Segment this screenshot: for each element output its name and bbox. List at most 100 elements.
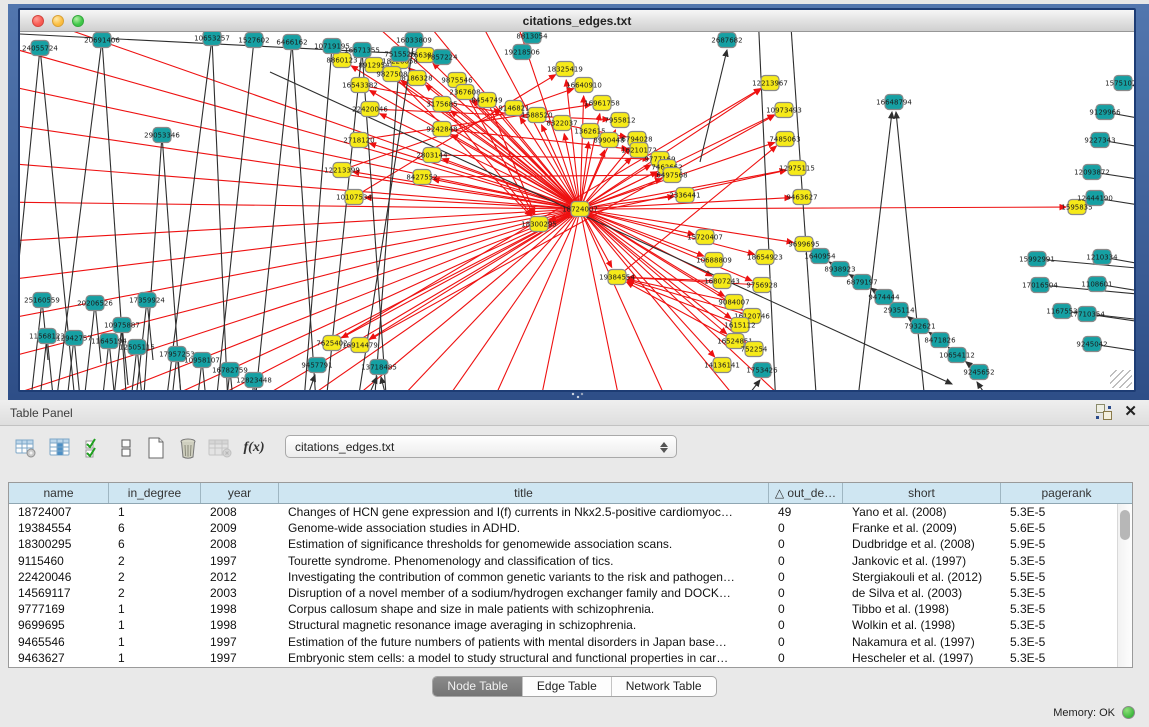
table-cell[interactable]: 0 — [769, 651, 843, 665]
delete-column-trash-icon[interactable] — [174, 434, 202, 462]
graph-node[interactable]: 8813054 — [516, 32, 548, 44]
table-cell[interactable]: Embryonic stem cells: a model to study s… — [279, 651, 769, 665]
table-cell[interactable]: Yano et al. (2008) — [843, 505, 1001, 519]
table-cell[interactable]: 2 — [109, 554, 201, 568]
graph-node[interactable]: 15751074 — [1105, 76, 1134, 91]
graph-node[interactable]: 10975887 — [104, 318, 140, 333]
table-cell[interactable]: 9699695 — [9, 618, 109, 632]
graph-node[interactable]: 25160559 — [24, 293, 60, 308]
table-cell[interactable]: 0 — [769, 635, 843, 649]
graph-node[interactable]: 9245652 — [963, 365, 994, 380]
graph-node[interactable]: 13718485 — [361, 360, 397, 375]
column-header[interactable]: short — [843, 483, 1001, 503]
graph-node[interactable]: 12823448 — [236, 373, 272, 388]
graph-node[interactable]: 24055724 — [22, 41, 58, 56]
table-cell[interactable]: de Silva et al. (2003) — [843, 586, 1001, 600]
table-cell[interactable]: 9465546 — [9, 635, 109, 649]
table-cell[interactable]: 1997 — [201, 554, 279, 568]
graph-edge[interactable] — [20, 202, 580, 209]
graph-node[interactable]: 16807243 — [704, 274, 740, 289]
column-header[interactable]: year — [201, 483, 279, 503]
column-header[interactable]: △ out_de… — [769, 483, 843, 503]
graph-edge[interactable] — [580, 209, 780, 390]
graph-edge[interactable] — [381, 377, 395, 390]
table-cell[interactable]: 0 — [769, 602, 843, 616]
table-cell[interactable]: 22420046 — [9, 570, 109, 584]
column-visibility-icon[interactable] — [46, 434, 74, 462]
graph-node[interactable]: 12213967 — [752, 76, 788, 91]
table-cell[interactable]: 5.5E-5 — [1001, 570, 1117, 584]
table-cell[interactable]: 49 — [769, 505, 843, 519]
table-cell[interactable]: 5.6E-5 — [1001, 521, 1117, 535]
table-cell[interactable]: 1 — [109, 618, 201, 632]
table-row[interactable]: 1830029562008Estimation of significance … — [9, 536, 1117, 552]
table-cell[interactable]: Estimation of the future numbers of pati… — [279, 635, 769, 649]
table-cell[interactable]: 6 — [109, 537, 201, 551]
graph-node[interactable]: 16640910 — [566, 78, 602, 93]
table-row[interactable]: 946554611997Estimation of the future num… — [9, 634, 1117, 650]
table-cell[interactable]: 5.3E-5 — [1001, 554, 1117, 568]
table-cell[interactable]: 9115460 — [9, 554, 109, 568]
graph-edge[interactable] — [700, 50, 727, 162]
graph-node[interactable]: 1753426 — [746, 363, 778, 378]
table-cell[interactable]: 19384554 — [9, 521, 109, 535]
graph-node[interactable]: 9245042 — [1076, 337, 1107, 352]
graph-edge[interactable] — [250, 42, 292, 390]
graph-node[interactable]: 9227343 — [1084, 133, 1115, 148]
graph-node[interactable]: 10654112 — [939, 348, 975, 363]
graph-node[interactable]: 14136141 — [704, 358, 740, 373]
table-cell[interactable]: Stergiakouli et al. (2012) — [843, 570, 1001, 584]
graph-edge[interactable] — [432, 155, 649, 159]
create-column-icon[interactable] — [142, 434, 170, 462]
graph-edge[interactable] — [720, 380, 760, 390]
network-canvas[interactable]: 1872400718300295193845547663822886012389… — [20, 32, 1134, 390]
table-cell[interactable]: 14569117 — [9, 586, 109, 600]
graph-node[interactable]: 16033809 — [396, 33, 432, 48]
graph-edge[interactable] — [580, 209, 752, 281]
graph-node[interactable]: 16648794 — [876, 95, 912, 110]
table-cell[interactable]: Dudbridge et al. (2008) — [843, 537, 1001, 551]
table-cell[interactable]: 2012 — [201, 570, 279, 584]
graph-node[interactable]: 17016504 — [1022, 278, 1058, 293]
table-cell[interactable]: 0 — [769, 521, 843, 535]
graph-node[interactable]: 9756928 — [746, 278, 777, 293]
graph-edge[interactable] — [212, 38, 230, 390]
graph-node[interactable]: 19218506 — [504, 45, 540, 60]
graph-node[interactable]: 2803144 — [416, 148, 448, 163]
graph-node[interactable]: 15720407 — [687, 230, 723, 245]
table-cell[interactable]: 1 — [109, 602, 201, 616]
table-cell[interactable]: 1998 — [201, 602, 279, 616]
graph-node[interactable]: 20206526 — [77, 296, 113, 311]
table-cell[interactable]: 5.3E-5 — [1001, 635, 1117, 649]
table-cell[interactable]: 5.3E-5 — [1001, 618, 1117, 632]
table-row[interactable]: 969969511998Structural magnetic resonanc… — [9, 617, 1117, 633]
table-cell[interactable]: Disruption of a novel member of a sodium… — [279, 586, 769, 600]
table-cell[interactable]: Tibbo et al. (1998) — [843, 602, 1001, 616]
table-row[interactable]: 2242004622012Investigating the contribut… — [9, 569, 1117, 585]
graph-node[interactable]: 7932621 — [904, 319, 935, 334]
network-window-titlebar[interactable]: citations_edges.txt — [20, 10, 1134, 32]
table-cell[interactable]: 5.3E-5 — [1001, 651, 1117, 665]
table-cell[interactable]: 0 — [769, 618, 843, 632]
graph-edge[interactable] — [977, 382, 1010, 390]
table-cell[interactable]: 5.3E-5 — [1001, 505, 1117, 519]
table-row[interactable]: 946362711997Embryonic stem cells: a mode… — [9, 650, 1117, 666]
column-select-checklist-icon[interactable] — [80, 434, 108, 462]
table-cell[interactable]: 0 — [769, 586, 843, 600]
table-selector-dropdown[interactable]: citations_edges.txt — [285, 435, 677, 458]
graph-node[interactable]: 7485063 — [769, 132, 800, 147]
table-cell[interactable]: 2 — [109, 586, 201, 600]
graph-node[interactable]: 16961758 — [584, 96, 620, 111]
column-header[interactable]: title — [279, 483, 769, 503]
table-cell[interactable]: 1997 — [201, 635, 279, 649]
table-cell[interactable]: 9777169 — [9, 602, 109, 616]
table-cell[interactable]: Investigating the contribution of common… — [279, 570, 769, 584]
graph-node[interactable]: 12093872 — [1074, 165, 1110, 180]
graph-edge[interactable] — [85, 303, 95, 390]
table-cell[interactable]: 1 — [109, 635, 201, 649]
table-cell[interactable]: Changes of HCN gene expression and I(f) … — [279, 505, 769, 519]
table-row[interactable]: 1938455462009Genome-wide association stu… — [9, 520, 1117, 536]
table-cell[interactable]: Genome-wide association studies in ADHD. — [279, 521, 769, 535]
graph-node[interactable]: 29053346 — [144, 128, 180, 143]
graph-node[interactable]: 18654923 — [747, 250, 783, 265]
